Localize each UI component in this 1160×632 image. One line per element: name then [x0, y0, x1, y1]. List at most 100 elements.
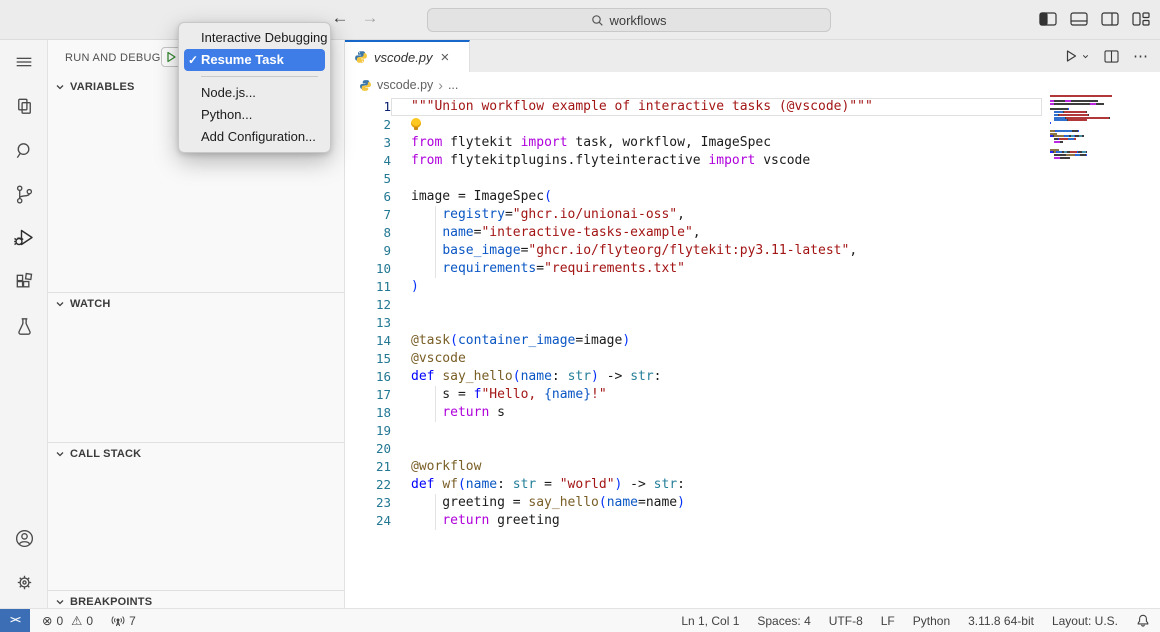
- line-number: 4: [345, 152, 391, 170]
- line-number: 11: [345, 278, 391, 296]
- menu-item-resume-task[interactable]: ✓ Resume Task: [184, 49, 325, 71]
- error-count: 0: [56, 614, 63, 628]
- code-line: 17 s = f"Hello, {name}!": [345, 386, 1160, 404]
- toggle-secondary-sidebar-icon[interactable]: [1101, 12, 1119, 26]
- line-number: 2: [345, 116, 391, 134]
- check-icon: ✓: [188, 49, 198, 71]
- search-view-icon[interactable]: [0, 128, 48, 172]
- breakpoints-section: BREAKPOINTS: [48, 590, 344, 608]
- code-line: 12: [345, 296, 1160, 314]
- code-line: 15@vscode: [345, 350, 1160, 368]
- tab-vscode-py[interactable]: vscode.py ×: [345, 40, 470, 72]
- status-language[interactable]: Python: [913, 614, 950, 628]
- watch-section-header[interactable]: WATCH: [48, 293, 344, 315]
- code-line: 14@task(container_image=image): [345, 332, 1160, 350]
- radio-tower-icon: [111, 615, 125, 627]
- line-number: 16: [345, 368, 391, 386]
- chevron-down-icon: [54, 448, 66, 460]
- line-number: 9: [345, 242, 391, 260]
- line-number: 23: [345, 494, 391, 512]
- code-line: 3from flytekit import task, workflow, Im…: [345, 134, 1160, 152]
- code-line: 8 name="interactive-tasks-example",: [345, 224, 1160, 242]
- code-line: 6image = ImageSpec(: [345, 188, 1160, 206]
- command-center-text: workflows: [609, 13, 666, 28]
- search-icon: [591, 14, 604, 27]
- python-file-icon: [354, 50, 368, 64]
- line-number: 10: [345, 260, 391, 278]
- editor-tab-bar: vscode.py × ⋯: [345, 40, 1160, 72]
- code-line: 24 return greeting: [345, 512, 1160, 530]
- toggle-panel-icon[interactable]: [1070, 12, 1088, 26]
- sidebar-title: RUN AND DEBUG: [65, 52, 161, 64]
- code-line: 2: [345, 116, 1160, 134]
- run-and-debug-icon[interactable]: [0, 216, 48, 260]
- code-line: 5: [345, 170, 1160, 188]
- accounts-icon[interactable]: [0, 516, 48, 560]
- forward-icon[interactable]: →: [358, 8, 382, 28]
- line-number: 18: [345, 404, 391, 422]
- line-number: 17: [345, 386, 391, 404]
- code-line: 21@workflow: [345, 458, 1160, 476]
- remote-indicator-button[interactable]: ><: [0, 609, 30, 632]
- breadcrumb-symbol[interactable]: ...: [448, 78, 458, 92]
- back-icon[interactable]: ←: [328, 8, 352, 28]
- chevron-down-icon: [54, 298, 66, 310]
- code-line: 23 greeting = say_hello(name=name): [345, 494, 1160, 512]
- breadcrumb: vscode.py › ...: [345, 72, 1160, 98]
- code-line: 18 return s: [345, 404, 1160, 422]
- toggle-sidebar-icon[interactable]: [1039, 12, 1057, 26]
- line-number: 21: [345, 458, 391, 476]
- line-number: 20: [345, 440, 391, 458]
- split-editor-icon[interactable]: [1104, 50, 1119, 63]
- run-python-file-icon[interactable]: [1064, 49, 1090, 63]
- line-number: 24: [345, 512, 391, 530]
- code-line: 7 registry="ghcr.io/unionai-oss",: [345, 206, 1160, 224]
- status-line-col[interactable]: Ln 1, Col 1: [681, 614, 739, 628]
- line-number: 15: [345, 350, 391, 368]
- line-number: 12: [345, 296, 391, 314]
- minimap[interactable]: [1050, 95, 1118, 160]
- python-file-icon: [359, 79, 372, 92]
- close-tab-icon[interactable]: ×: [441, 49, 450, 66]
- ports-status[interactable]: 7: [111, 614, 136, 628]
- lightbulb-icon: [411, 118, 421, 130]
- status-encoding[interactable]: UTF-8: [829, 614, 863, 628]
- code-line: 20: [345, 440, 1160, 458]
- status-python-version[interactable]: 3.11.8 64-bit: [968, 614, 1034, 628]
- notifications-bell-icon[interactable]: [1136, 614, 1150, 627]
- warning-icon: ⚠: [71, 613, 82, 628]
- breakpoints-section-header[interactable]: BREAKPOINTS: [48, 591, 344, 608]
- line-number: 7: [345, 206, 391, 224]
- menu-item-add-configuration[interactable]: Add Configuration...: [179, 126, 330, 148]
- line-number: 19: [345, 422, 391, 440]
- more-actions-icon[interactable]: ⋯: [1133, 47, 1148, 65]
- extensions-icon[interactable]: [0, 260, 48, 304]
- command-center-search[interactable]: workflows: [427, 8, 831, 32]
- chevron-down-icon: [54, 596, 66, 608]
- ports-count: 7: [129, 614, 136, 628]
- customize-layout-icon[interactable]: [1132, 12, 1150, 26]
- explorer-icon[interactable]: [0, 84, 48, 128]
- code-line: 16def say_hello(name: str) -> str:: [345, 368, 1160, 386]
- code-line: 19: [345, 422, 1160, 440]
- menu-separator: [201, 76, 318, 77]
- status-keyboard-layout[interactable]: Layout: U.S.: [1052, 614, 1118, 628]
- settings-gear-icon[interactable]: [0, 560, 48, 604]
- menu-icon[interactable]: [0, 40, 48, 84]
- code-editor[interactable]: 1"""Union workflow example of interactiv…: [345, 98, 1160, 530]
- debug-configuration-menu: Interactive Debugging ✓ Resume Task Node…: [178, 22, 331, 153]
- menu-item-nodejs[interactable]: Node.js...: [179, 82, 330, 104]
- menu-item-python[interactable]: Python...: [179, 104, 330, 126]
- testing-icon[interactable]: [0, 304, 48, 348]
- status-eol[interactable]: LF: [881, 614, 895, 628]
- problems-status[interactable]: ⊗ 0 ⚠ 0: [42, 613, 93, 628]
- breadcrumb-file[interactable]: vscode.py: [377, 78, 433, 92]
- menu-item-interactive-debugging[interactable]: Interactive Debugging: [179, 27, 330, 49]
- line-number: 1: [345, 98, 391, 116]
- line-number: 14: [345, 332, 391, 350]
- breadcrumb-separator: ›: [438, 77, 443, 93]
- source-control-icon[interactable]: [0, 172, 48, 216]
- status-indentation[interactable]: Spaces: 4: [757, 614, 810, 628]
- call-stack-section-header[interactable]: CALL STACK: [48, 443, 344, 465]
- line-number: 3: [345, 134, 391, 152]
